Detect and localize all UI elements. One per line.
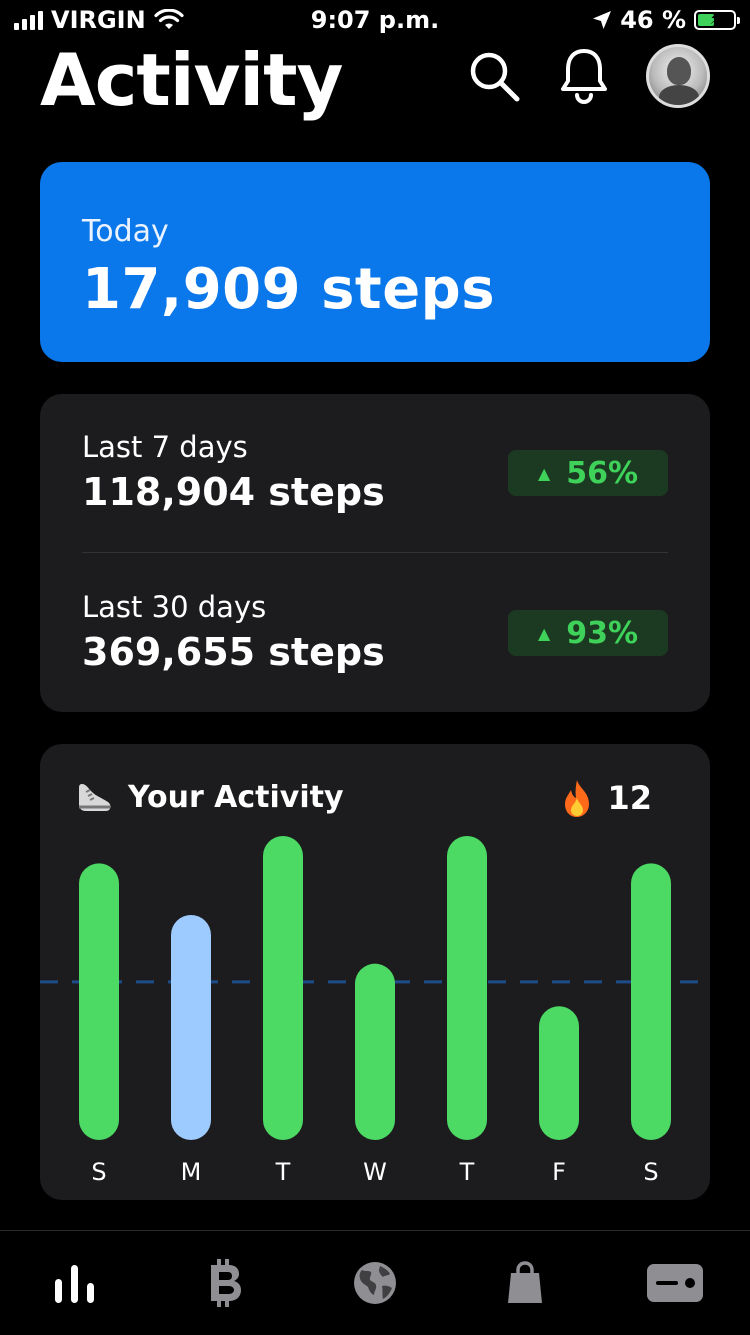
chart-bar-5[interactable] <box>539 1006 579 1140</box>
fire-icon <box>565 780 590 817</box>
change-badge: ▲ 93% <box>508 610 668 656</box>
globe-icon <box>354 1262 396 1304</box>
day-label-2: T <box>275 1158 291 1186</box>
chart-bar-6[interactable] <box>631 863 671 1140</box>
status-right: 46 % ⚡ <box>592 6 740 34</box>
summary-row-7-days[interactable]: Last 7 days 118,904 steps ▲ 56% <box>82 430 668 550</box>
chart-bar-2[interactable] <box>263 836 303 1140</box>
search-button[interactable] <box>466 44 522 108</box>
day-label-6: S <box>643 1158 658 1186</box>
streak-count: 12 <box>607 779 652 817</box>
tab-shop[interactable] <box>475 1243 575 1323</box>
sneaker-icon <box>79 784 111 811</box>
chart-bar-3[interactable] <box>355 963 395 1140</box>
shopping-bag-icon <box>508 1261 542 1303</box>
page-title: Activity <box>40 38 343 122</box>
day-label-5: F <box>552 1158 566 1186</box>
battery-percent: 46 % <box>620 6 686 34</box>
change-badge: ▲ 56% <box>508 450 668 496</box>
bell-icon <box>561 49 607 104</box>
battery-icon: ⚡ <box>694 9 740 30</box>
day-label-0: S <box>91 1158 106 1186</box>
today-label: Today <box>82 214 169 249</box>
charging-bolt-icon: ⚡ <box>709 9 721 28</box>
streak-counter: 12 <box>561 778 652 818</box>
tab-crypto[interactable] <box>175 1243 275 1323</box>
day-label-1: M <box>181 1158 202 1186</box>
activity-card[interactable]: S M T W T F S Your Activity 12 <box>40 744 710 1200</box>
avatar-shoulder <box>659 85 699 105</box>
status-bar: VIRGIN 9:07 p.m. 46 % ⚡ <box>0 0 750 40</box>
card-icon <box>647 1264 703 1302</box>
up-arrow-icon: ▲ <box>537 463 551 483</box>
header-actions <box>466 44 710 108</box>
search-icon <box>470 52 520 102</box>
up-arrow-icon: ▲ <box>537 623 551 643</box>
today-card[interactable]: Today 17,909 steps <box>40 162 710 362</box>
chart-bar-0[interactable] <box>79 863 119 1140</box>
location-arrow-icon <box>593 11 612 29</box>
divider <box>82 552 668 553</box>
activity-header: Your Activity 12 <box>76 778 652 822</box>
tab-card[interactable] <box>625 1243 725 1323</box>
today-steps: 17,909 steps <box>82 257 496 322</box>
avatar-head <box>667 57 691 85</box>
summary-card: Last 7 days 118,904 steps ▲ 56% Last 30 … <box>40 394 710 712</box>
bitcoin-icon <box>211 1259 241 1307</box>
bar-chart-icon <box>55 1265 94 1303</box>
notifications-button[interactable] <box>556 44 612 108</box>
day-label-3: W <box>363 1158 387 1186</box>
summary-row-30-days[interactable]: Last 30 days 369,655 steps ▲ 93% <box>82 590 668 710</box>
tab-activity[interactable] <box>25 1243 125 1323</box>
chart-bar-4[interactable] <box>447 836 487 1140</box>
tab-bar <box>0 1230 750 1335</box>
activity-title: Your Activity <box>76 778 344 816</box>
change-value: 56% <box>566 455 639 491</box>
change-value: 93% <box>566 615 639 651</box>
activity-title-label: Your Activity <box>128 779 344 815</box>
chart-bar-1[interactable] <box>171 915 211 1140</box>
day-label-4: T <box>459 1158 475 1186</box>
avatar[interactable] <box>646 44 710 108</box>
tab-explore[interactable] <box>325 1243 425 1323</box>
